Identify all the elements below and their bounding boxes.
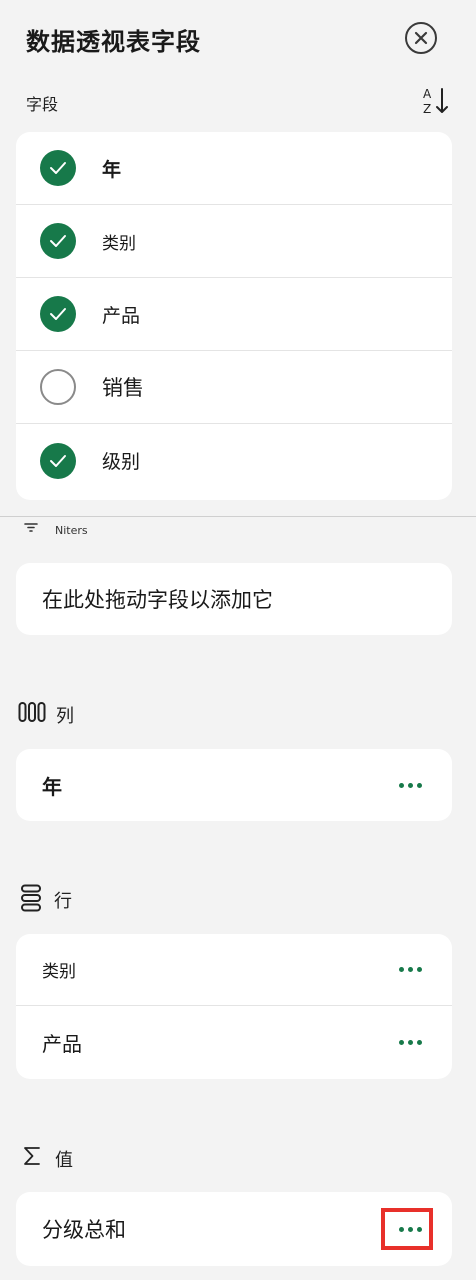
filters-drop-zone[interactable]: 在此处拖动字段以添加它 <box>16 563 452 635</box>
drop-hint: 在此处拖动字段以添加它 <box>42 588 273 612</box>
field-item-category[interactable]: 类别 <box>16 205 452 278</box>
divider <box>0 516 476 517</box>
columns-section-label: 列 <box>56 706 74 727</box>
panel-title: 数据透视表字段 <box>26 28 201 56</box>
field-item-level[interactable]: 级别 <box>16 424 452 497</box>
values-section-label: 值 <box>55 1150 73 1171</box>
columns-icon <box>18 702 46 722</box>
field-item-year[interactable]: 年 <box>16 132 452 205</box>
checkbox-checked-icon[interactable] <box>40 150 76 186</box>
fields-section-label: 字段 <box>26 95 59 114</box>
field-list: 年 类别 产品 销售 级别 <box>16 132 452 500</box>
sort-az-icon: A Z <box>423 87 448 116</box>
field-item-product[interactable]: 产品 <box>16 278 452 351</box>
rows-icon <box>21 884 41 912</box>
close-icon <box>414 31 428 45</box>
sigma-icon <box>24 1147 40 1165</box>
area-field-label: 年 <box>42 774 62 799</box>
checkbox-checked-icon[interactable] <box>40 296 76 332</box>
rows-section-label: 行 <box>54 891 72 912</box>
filters-section-label: Niters <box>55 524 88 537</box>
checkbox-checked-icon[interactable] <box>40 223 76 259</box>
close-button[interactable] <box>405 22 437 54</box>
checkbox-unchecked-icon[interactable] <box>40 369 76 405</box>
field-label: 销售 <box>102 376 144 400</box>
svg-text:Z: Z <box>423 102 431 116</box>
row-field-category[interactable]: 类别 <box>16 934 452 1006</box>
field-item-sales[interactable]: 销售 <box>16 351 452 424</box>
field-label: 年 <box>102 158 122 181</box>
area-field-label: 分级总和 <box>42 1218 126 1242</box>
more-options-icon[interactable] <box>397 777 424 794</box>
more-options-icon[interactable] <box>397 1034 424 1051</box>
field-label: 产品 <box>102 304 141 327</box>
columns-area: 年 <box>16 749 452 821</box>
checkbox-checked-icon[interactable] <box>40 442 76 479</box>
highlight-box <box>381 1208 433 1250</box>
field-label: 级别 <box>102 451 141 473</box>
sort-az-button[interactable]: A Z <box>422 86 450 116</box>
row-field-product[interactable]: 产品 <box>16 1006 452 1078</box>
column-field-year[interactable]: 年 <box>16 749 452 821</box>
area-field-label: 类别 <box>42 962 76 982</box>
svg-text:A: A <box>423 87 432 101</box>
filter-icon <box>24 523 38 532</box>
rows-area: 类别 产品 <box>16 934 452 1079</box>
area-field-label: 产品 <box>42 1031 82 1056</box>
more-options-icon[interactable] <box>397 961 424 978</box>
field-label: 类别 <box>102 233 136 254</box>
